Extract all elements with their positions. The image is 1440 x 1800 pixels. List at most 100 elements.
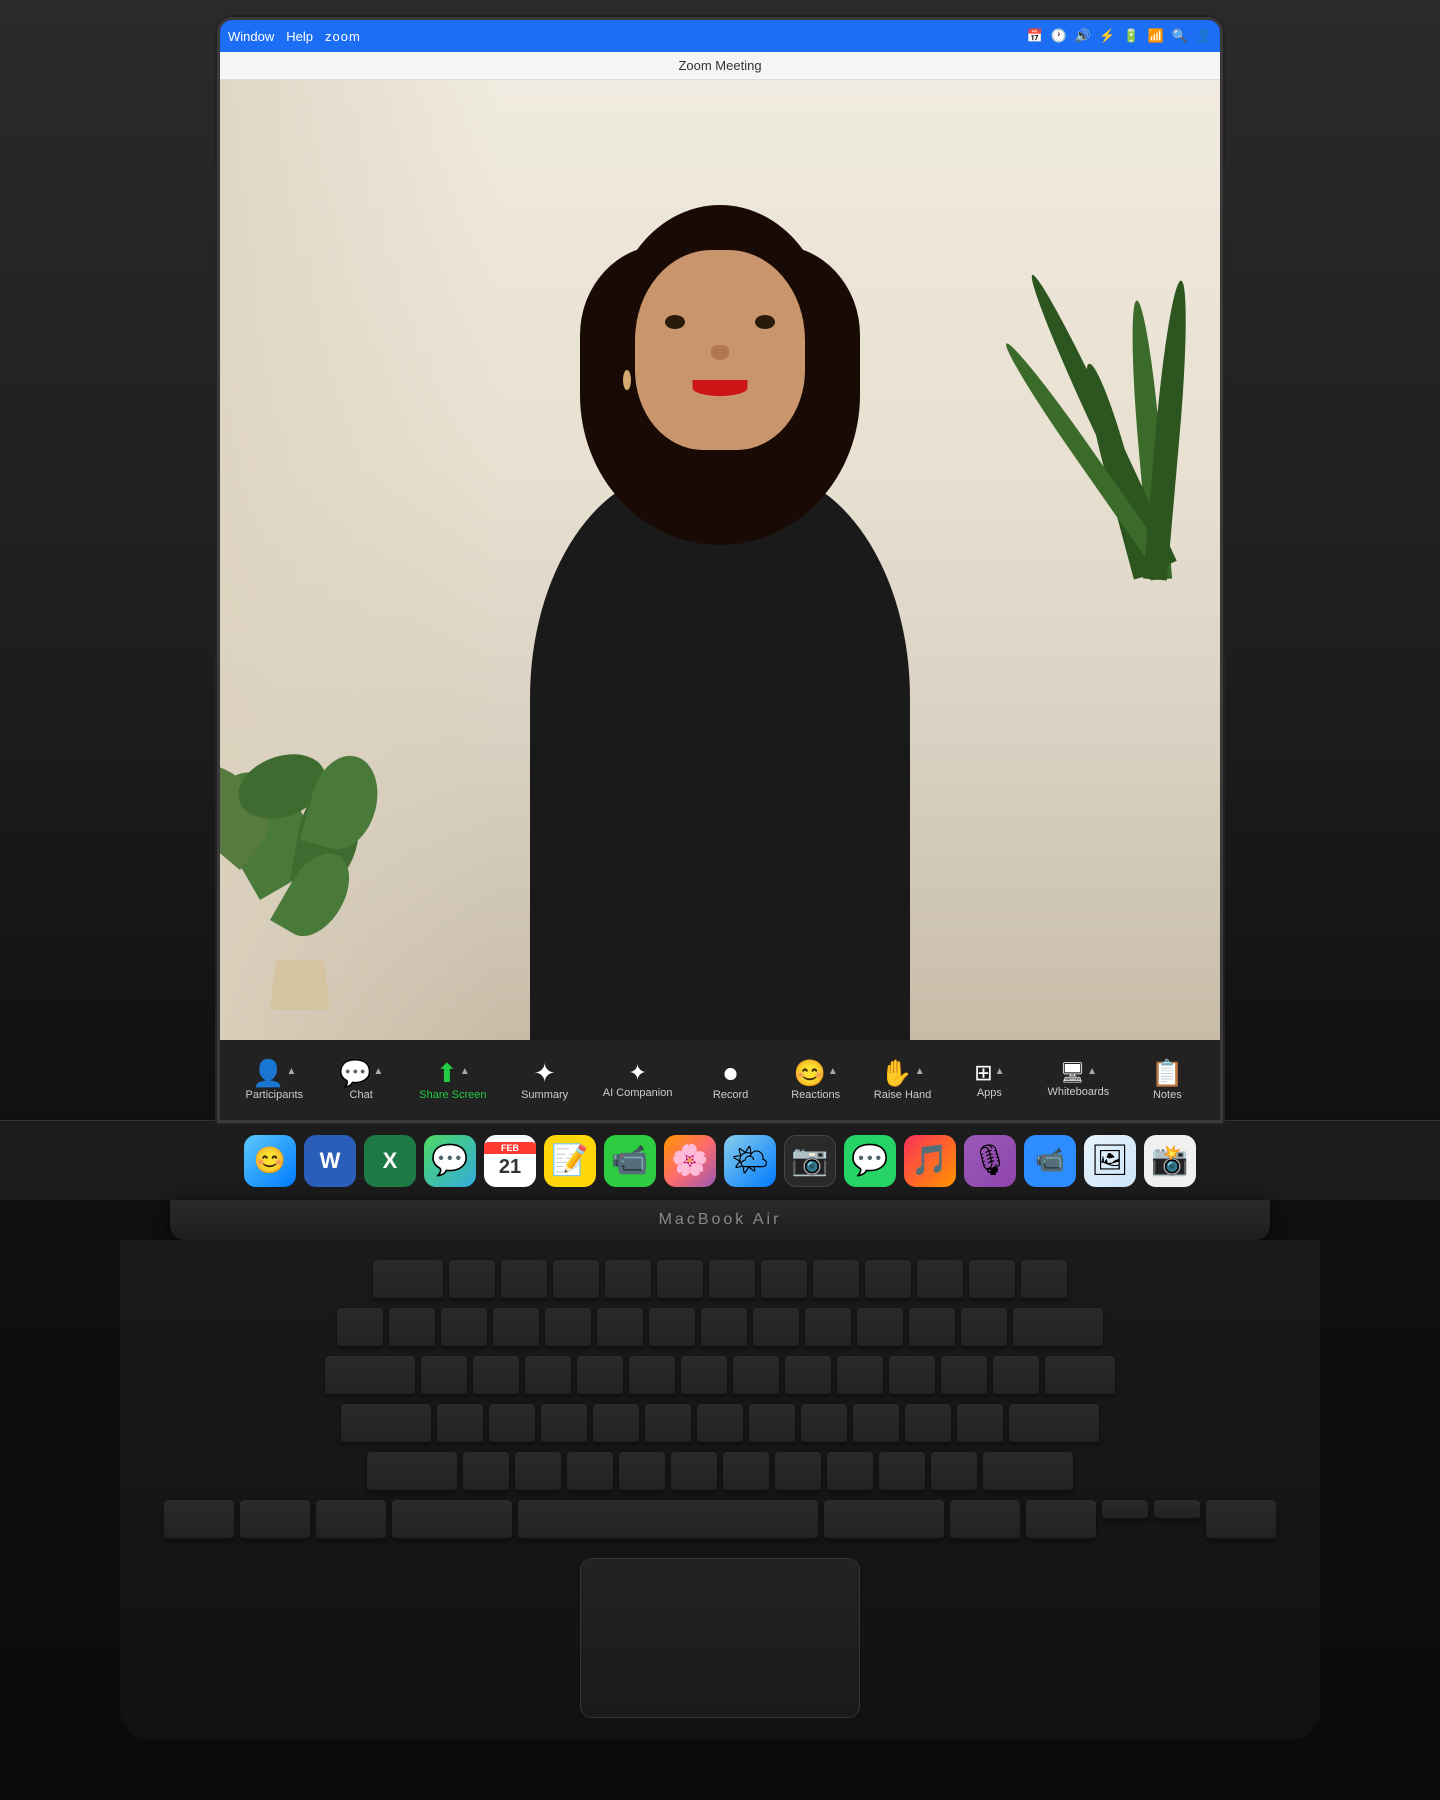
key-f3[interactable]	[553, 1260, 599, 1300]
dock-photos2[interactable]: 📸	[1144, 1135, 1196, 1187]
key-control[interactable]	[240, 1500, 310, 1540]
key-semicolon[interactable]	[905, 1404, 951, 1444]
key-fn[interactable]	[164, 1500, 234, 1540]
dock-preview[interactable]: 🖼	[1084, 1135, 1136, 1187]
key-q[interactable]	[421, 1356, 467, 1396]
dock-zoom[interactable]: 📹	[1024, 1135, 1076, 1187]
key-bracket-l[interactable]	[941, 1356, 987, 1396]
key-arrow-left[interactable]	[1026, 1500, 1096, 1540]
menu-help[interactable]: Help	[286, 29, 313, 44]
dock-whatsapp[interactable]: 💬	[844, 1135, 896, 1187]
key-arrow-up[interactable]	[1102, 1500, 1148, 1520]
key-7[interactable]	[701, 1308, 747, 1348]
key-f6[interactable]	[709, 1260, 755, 1300]
dock-word[interactable]: W	[304, 1135, 356, 1187]
key-y[interactable]	[681, 1356, 727, 1396]
key-0[interactable]	[857, 1308, 903, 1348]
toolbar-record[interactable]: ⏺ Record	[696, 1055, 766, 1106]
key-esc[interactable]	[373, 1260, 443, 1300]
menu-window[interactable]: Window	[228, 29, 274, 44]
toolbar-notes[interactable]: 📋 Notes	[1132, 1055, 1202, 1106]
key-c[interactable]	[567, 1452, 613, 1492]
toolbar-ai-companion[interactable]: ✦ AI Companion	[595, 1057, 681, 1104]
key-option-r[interactable]	[950, 1500, 1020, 1540]
toolbar-participants[interactable]: 👤 ▲ Participants	[238, 1055, 311, 1106]
participants-arrow[interactable]: ▲	[287, 1066, 297, 1077]
key-4[interactable]	[545, 1308, 591, 1348]
key-slash[interactable]	[931, 1452, 977, 1492]
dock-messages[interactable]: 💬	[424, 1135, 476, 1187]
key-f7[interactable]	[761, 1260, 807, 1300]
key-6[interactable]	[649, 1308, 695, 1348]
key-x[interactable]	[515, 1452, 561, 1492]
dock-photos[interactable]: 🌸	[664, 1135, 716, 1187]
key-caps[interactable]	[341, 1404, 431, 1444]
toolbar-apps[interactable]: ⊞ ▲ Apps	[954, 1057, 1024, 1104]
toolbar-raise-hand[interactable]: ✋ ▲ Raise Hand	[866, 1055, 939, 1106]
key-shift-l[interactable]	[367, 1452, 457, 1492]
key-1[interactable]	[389, 1308, 435, 1348]
dock-facetime[interactable]: 📹	[604, 1135, 656, 1187]
key-k[interactable]	[801, 1404, 847, 1444]
key-v[interactable]	[619, 1452, 665, 1492]
share-screen-arrow[interactable]: ▲	[460, 1066, 470, 1077]
key-backtick[interactable]	[337, 1308, 383, 1348]
key-u[interactable]	[733, 1356, 779, 1396]
key-f4[interactable]	[605, 1260, 651, 1300]
key-t[interactable]	[629, 1356, 675, 1396]
key-z[interactable]	[463, 1452, 509, 1492]
key-equals[interactable]	[961, 1308, 1007, 1348]
dock-excel[interactable]: X	[364, 1135, 416, 1187]
key-tab[interactable]	[325, 1356, 415, 1396]
key-arrow-right[interactable]	[1206, 1500, 1276, 1540]
key-d[interactable]	[541, 1404, 587, 1444]
key-g[interactable]	[645, 1404, 691, 1444]
dock-finder[interactable]: 😊	[244, 1135, 296, 1187]
key-quote[interactable]	[957, 1404, 1003, 1444]
key-9[interactable]	[805, 1308, 851, 1348]
key-a[interactable]	[437, 1404, 483, 1444]
key-f10[interactable]	[917, 1260, 963, 1300]
key-period[interactable]	[879, 1452, 925, 1492]
key-option[interactable]	[316, 1500, 386, 1540]
user-menubar-icon[interactable]: 👤	[1196, 28, 1212, 44]
key-s[interactable]	[489, 1404, 535, 1444]
key-f12[interactable]	[1021, 1260, 1067, 1300]
key-2[interactable]	[441, 1308, 487, 1348]
dock-music[interactable]: 🎵	[904, 1135, 956, 1187]
dock-weather[interactable]: 🌤	[724, 1135, 776, 1187]
toolbar-share-screen[interactable]: ⬆ ▲ Share Screen	[411, 1055, 494, 1106]
dock-calendar[interactable]: FEB 21	[484, 1135, 536, 1187]
key-cmd-l[interactable]	[392, 1500, 512, 1540]
key-return[interactable]	[1009, 1404, 1099, 1444]
key-backslash[interactable]	[1045, 1356, 1115, 1396]
key-n[interactable]	[723, 1452, 769, 1492]
key-8[interactable]	[753, 1308, 799, 1348]
toolbar-reactions[interactable]: 😊 ▲ Reactions	[781, 1055, 851, 1106]
dock-podcasts[interactable]: 🎙	[964, 1135, 1016, 1187]
key-m[interactable]	[775, 1452, 821, 1492]
key-f2[interactable]	[501, 1260, 547, 1300]
key-e[interactable]	[525, 1356, 571, 1396]
reactions-arrow[interactable]: ▲	[828, 1066, 838, 1077]
key-b[interactable]	[671, 1452, 717, 1492]
key-bracket-r[interactable]	[993, 1356, 1039, 1396]
key-delete[interactable]	[1013, 1308, 1103, 1348]
key-arrow-down[interactable]	[1154, 1500, 1200, 1520]
key-f[interactable]	[593, 1404, 639, 1444]
key-minus[interactable]	[909, 1308, 955, 1348]
toolbar-whiteboards[interactable]: 🖥 ▲ Whiteboards	[1039, 1058, 1117, 1103]
key-w[interactable]	[473, 1356, 519, 1396]
key-l[interactable]	[853, 1404, 899, 1444]
key-space[interactable]	[518, 1500, 818, 1540]
dock-notes[interactable]: 📝	[544, 1135, 596, 1187]
apps-arrow[interactable]: ▲	[995, 1066, 1005, 1077]
key-f11[interactable]	[969, 1260, 1015, 1300]
dock-screenshot[interactable]: 📷	[784, 1135, 836, 1187]
key-j[interactable]	[749, 1404, 795, 1444]
trackpad[interactable]	[580, 1558, 860, 1718]
key-comma[interactable]	[827, 1452, 873, 1492]
key-i[interactable]	[785, 1356, 831, 1396]
whiteboards-arrow[interactable]: ▲	[1087, 1066, 1097, 1077]
key-f8[interactable]	[813, 1260, 859, 1300]
